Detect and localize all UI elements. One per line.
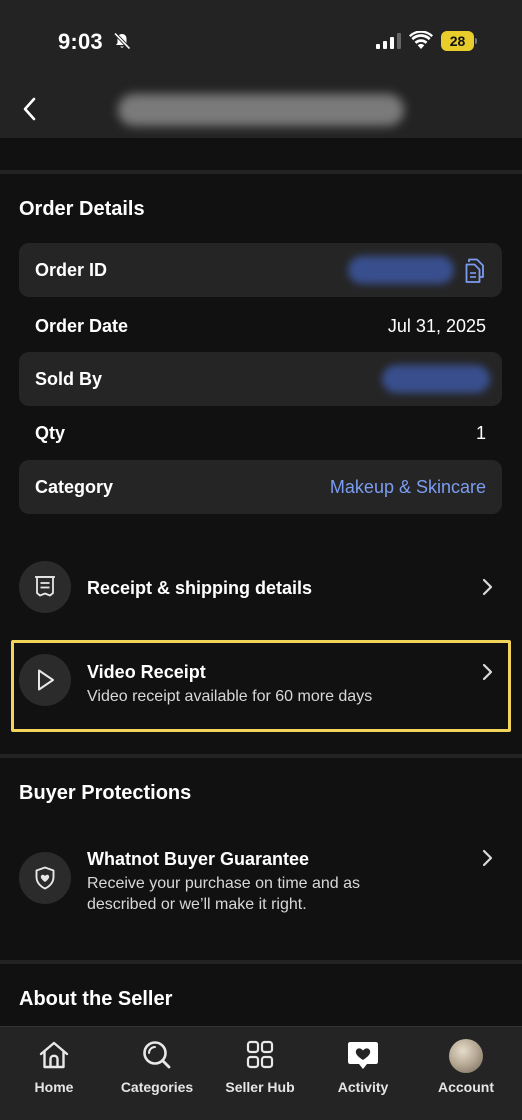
about-seller-title: About the Seller [19, 988, 173, 1010]
chevron-right-icon [482, 849, 493, 867]
receipt-icon [35, 576, 55, 597]
page-title-blurred [118, 94, 404, 126]
status-time: 9:03 [58, 29, 103, 54]
home-icon [39, 1041, 69, 1069]
play-icon [38, 669, 54, 691]
copy-icon[interactable] [464, 258, 486, 284]
tab-activity-label: Activity [337, 1079, 389, 1095]
order-date-value: Jul 31, 2025 [387, 316, 486, 336]
tab-bar: Home Categories Seller Hub Activity Acco… [0, 1026, 522, 1120]
avatar-icon [449, 1039, 483, 1073]
grid-icon [246, 1040, 274, 1069]
category-row: Category Makeup & Skincare [19, 460, 502, 514]
tab-account-label: Account [438, 1079, 494, 1095]
cellular-signal-icon [376, 33, 401, 49]
order-id-label: Order ID [35, 260, 108, 280]
buyer-guarantee-subtitle: Receive your purchase on time and as des… [87, 875, 361, 913]
tab-activity[interactable]: Activity [311, 1027, 415, 1120]
shield-icon [35, 866, 55, 890]
chevron-right-icon [482, 578, 493, 596]
battery-icon: 28 [441, 31, 477, 51]
category-link[interactable]: Makeup & Skincare [330, 477, 486, 498]
receipt-shipping-item[interactable]: Receipt & shipping details [0, 560, 522, 614]
play-icon-circle [19, 654, 71, 706]
qty-row: Qty 1 [19, 406, 502, 460]
order-date-label: Order Date [35, 316, 129, 336]
sold-by-label: Sold By [35, 369, 103, 389]
tab-seller-hub-label: Seller Hub [225, 1079, 295, 1095]
qty-value: 1 [475, 423, 486, 443]
category-label: Category [35, 477, 114, 497]
heart-bubble-icon [348, 1042, 378, 1069]
shield-icon-circle [19, 852, 71, 904]
video-receipt-title: Video Receipt [87, 662, 206, 682]
sold-by-value-blurred[interactable] [382, 365, 490, 393]
nav-header [0, 80, 522, 138]
tab-account[interactable]: Account [414, 1027, 518, 1120]
search-icon [143, 1041, 171, 1069]
video-receipt-subtitle: Video receipt available for 60 more days [87, 688, 373, 705]
receipt-icon-circle [19, 561, 71, 613]
order-id-value-blurred [348, 256, 454, 284]
bell-slash-icon [113, 32, 131, 50]
order-id-row: Order ID [19, 243, 502, 297]
chevron-right-icon [482, 663, 493, 681]
sold-by-row[interactable]: Sold By [19, 352, 502, 406]
tab-categories-label: Categories [120, 1079, 194, 1095]
section-divider [0, 960, 522, 964]
tab-categories[interactable]: Categories [105, 1027, 209, 1120]
wifi-icon [409, 31, 433, 49]
qty-label: Qty [35, 423, 66, 443]
receipt-shipping-title: Receipt & shipping details [87, 578, 313, 598]
order-details-title: Order Details [19, 198, 145, 220]
chevron-left-icon[interactable] [18, 94, 42, 124]
status-bar: 9:03 28 [0, 0, 522, 80]
order-date-row: Order Date Jul 31, 2025 [19, 299, 502, 353]
tab-seller-hub[interactable]: Seller Hub [208, 1027, 312, 1120]
section-divider [0, 754, 522, 758]
battery-level: 28 [441, 31, 474, 51]
buyer-guarantee-title: Whatnot Buyer Guarantee [87, 849, 310, 869]
tab-home-label: Home [34, 1079, 74, 1095]
tab-home[interactable]: Home [2, 1027, 106, 1120]
section-divider [0, 170, 522, 174]
video-receipt-item[interactable]: Video Receipt Video receipt available fo… [0, 652, 522, 712]
buyer-protections-title: Buyer Protections [19, 782, 192, 804]
buyer-guarantee-item[interactable]: Whatnot Buyer Guarantee Receive your pur… [0, 846, 522, 916]
